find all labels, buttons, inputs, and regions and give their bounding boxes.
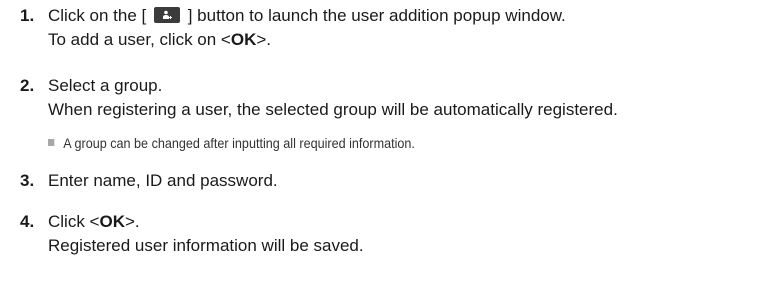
step-text: >. bbox=[256, 30, 272, 49]
step-1-line-1: Click on the [ ] button to launch the us… bbox=[48, 6, 566, 26]
note-bullet-icon bbox=[48, 139, 55, 146]
step-4-line-2: Registered user information will be save… bbox=[48, 236, 364, 255]
step-1-line-2: To add a user, click on <OK>. bbox=[48, 30, 271, 50]
note-text: A group can be changed after inputting a… bbox=[63, 135, 415, 151]
step-2-note: A group can be changed after inputting a… bbox=[48, 135, 415, 151]
step-number: 2. bbox=[20, 76, 35, 95]
add-user-icon bbox=[163, 10, 172, 19]
step-text: ] button to launch the user addition pop… bbox=[187, 6, 566, 25]
step-4-line-1: Click <OK>. bbox=[48, 212, 140, 232]
step-text: >. bbox=[124, 212, 140, 231]
step-2-line-1: Select a group. bbox=[48, 76, 163, 95]
add-user-button-icon bbox=[154, 7, 180, 23]
instruction-steps: 1. Click on the [ ] button to launch the… bbox=[0, 0, 781, 291]
step-number: 1. bbox=[20, 6, 35, 25]
ok-label: OK bbox=[99, 212, 125, 231]
step-text: Click < bbox=[48, 212, 100, 231]
step-3-line-1: Enter name, ID and password. bbox=[48, 171, 278, 190]
step-number: 3. bbox=[20, 171, 35, 190]
step-text: To add a user, click on < bbox=[48, 30, 231, 49]
ok-label: OK bbox=[230, 30, 257, 49]
step-2-line-2: When registering a user, the selected gr… bbox=[48, 100, 618, 119]
step-number: 4. bbox=[20, 212, 35, 231]
step-text: Click on the [ bbox=[48, 6, 147, 25]
